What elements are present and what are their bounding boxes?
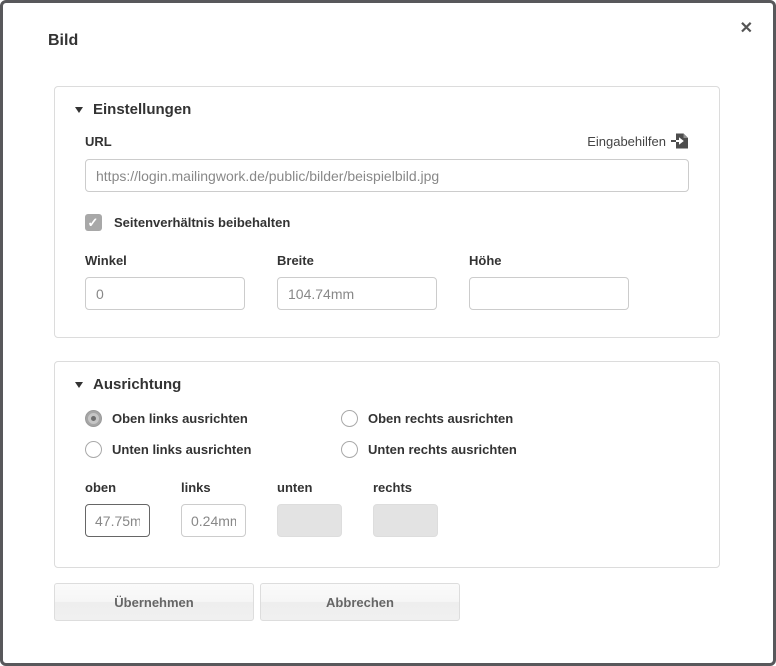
offset-bottom-input [277,504,342,537]
offset-bottom-label: unten [277,480,342,495]
offset-left-input[interactable] [181,504,246,537]
radio-align-bottom-right[interactable]: Unten rechts ausrichten [341,441,597,458]
apply-button[interactable]: Übernehmen [54,583,254,621]
alignment-panel: Ausrichtung Oben links ausrichten Oben r… [54,361,720,568]
height-label: Höhe [469,253,629,268]
offset-bottom-group: unten [277,480,342,537]
offset-right-input [373,504,438,537]
close-icon[interactable]: ✕ [740,21,753,37]
aspect-ratio-checkbox[interactable] [85,214,102,231]
alignment-radio-group: Oben links ausrichten Oben rechts ausric… [85,410,689,458]
image-dialog: Bild ✕ Einstellungen URL Eingabehilfen S… [0,0,776,666]
alignment-panel-header[interactable]: Ausrichtung [75,376,689,393]
aspect-ratio-row[interactable]: Seitenverhältnis beibehalten [85,214,689,231]
radio-align-top-right[interactable]: Oben rechts ausrichten [341,410,597,427]
offset-left-label: links [181,480,246,495]
radio-label: Unten links ausrichten [112,442,251,457]
collapse-arrow-icon [75,382,83,388]
offset-right-group: rechts [373,480,438,537]
offset-top-input[interactable] [85,504,150,537]
dialog-footer: Übernehmen Abbrechen [54,583,460,621]
width-field-group: Breite [277,253,437,310]
width-input[interactable] [277,277,437,310]
radio-label: Unten rechts ausrichten [368,442,517,457]
height-input[interactable] [469,277,629,310]
aspect-ratio-label: Seitenverhältnis beibehalten [114,215,290,230]
radio-button-icon[interactable] [85,441,102,458]
offset-top-label: oben [85,480,150,495]
height-field-group: Höhe [469,253,629,310]
radio-label: Oben links ausrichten [112,411,248,426]
radio-align-top-left[interactable]: Oben links ausrichten [85,410,341,427]
cancel-button[interactable]: Abbrechen [260,583,460,621]
offset-right-label: rechts [373,480,438,495]
url-label-row: URL Eingabehilfen [85,133,689,149]
angle-field-group: Winkel [85,253,245,310]
insert-document-icon [671,133,689,149]
url-input[interactable] [85,159,689,192]
offset-top-group: oben [85,480,150,537]
radio-button-icon[interactable] [341,410,358,427]
offset-left-group: links [181,480,246,537]
input-helpers-link[interactable]: Eingabehilfen [587,133,689,149]
angle-label: Winkel [85,253,245,268]
dialog-title: Bild [48,32,78,50]
width-label: Breite [277,253,437,268]
radio-button-icon[interactable] [341,441,358,458]
collapse-arrow-icon [75,107,83,113]
alignment-panel-title: Ausrichtung [93,376,181,393]
radio-button-icon[interactable] [85,410,102,427]
settings-panel: Einstellungen URL Eingabehilfen Seitenve… [54,86,720,338]
radio-align-bottom-left[interactable]: Unten links ausrichten [85,441,341,458]
settings-panel-title: Einstellungen [93,101,191,118]
settings-panel-header[interactable]: Einstellungen [75,101,689,118]
input-helpers-label: Eingabehilfen [587,134,666,149]
url-label: URL [85,134,112,149]
angle-input[interactable] [85,277,245,310]
dimension-fields-row: Winkel Breite Höhe [85,253,689,310]
offset-fields-row: oben links unten rechts [85,480,689,537]
radio-label: Oben rechts ausrichten [368,411,513,426]
